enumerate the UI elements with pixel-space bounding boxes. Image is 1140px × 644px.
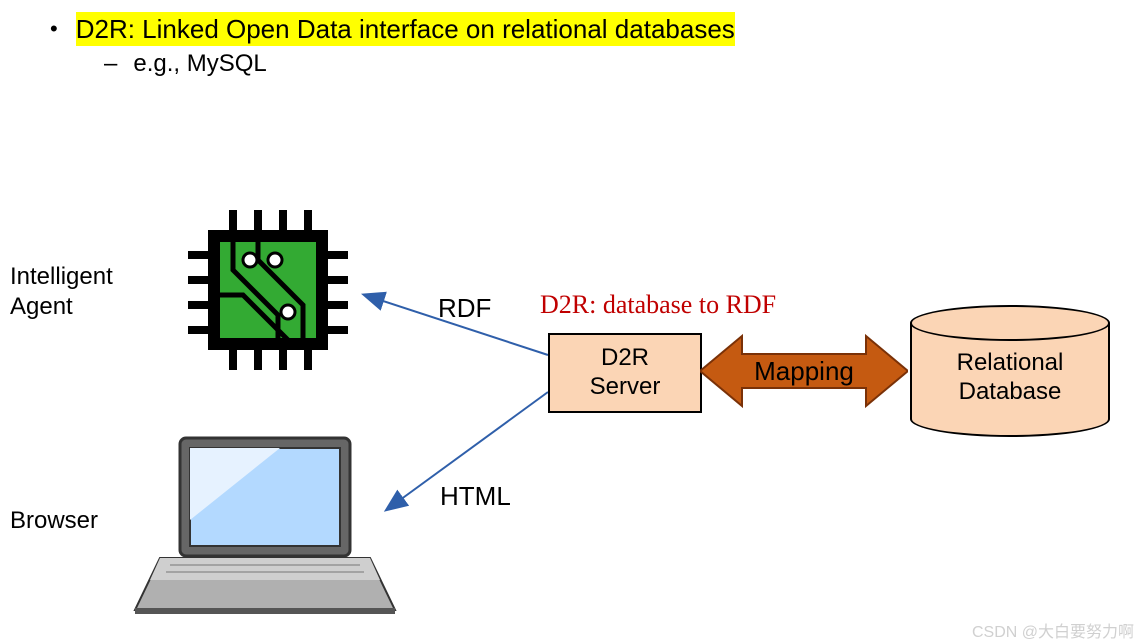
- html-edge-label: HTML: [440, 480, 511, 513]
- database-cylinder-icon: Relational Database: [910, 305, 1110, 435]
- rdf-edge-label: RDF: [438, 292, 491, 325]
- watermark-text: CSDN @大白要努力啊: [972, 618, 1134, 642]
- mapping-arrow: Mapping: [700, 332, 908, 410]
- d2r-server-box: D2R Server: [548, 333, 702, 413]
- double-arrow-icon: [700, 332, 908, 410]
- database-label: Relational Database: [910, 349, 1110, 407]
- d2r-annotation: D2R: database to RDF: [540, 290, 776, 320]
